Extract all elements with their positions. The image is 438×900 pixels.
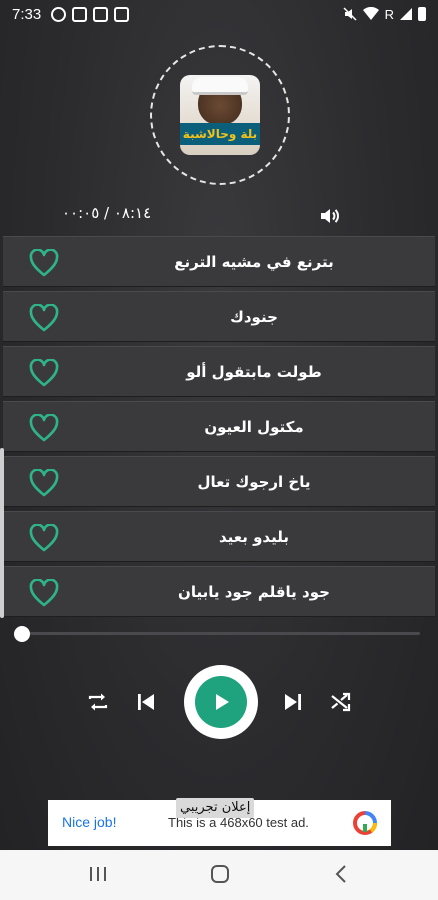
seek-bar[interactable] <box>22 632 420 635</box>
repeat-icon[interactable] <box>85 689 111 715</box>
heart-outline-icon[interactable] <box>29 524 59 552</box>
playlist: بترنع في مشيه الترنع جنودك طولت مابتقول … <box>3 236 435 621</box>
status-right: R <box>343 7 426 22</box>
status-time: 7:33 <box>12 5 42 23</box>
album-title: بلة وحالاشبة <box>182 127 258 141</box>
ad-label: إعلان تجريبي <box>176 798 255 818</box>
heart-outline-icon[interactable] <box>29 579 59 607</box>
volume-icon[interactable] <box>318 204 342 228</box>
play-icon <box>216 694 229 710</box>
play-button[interactable] <box>184 665 258 739</box>
play-inner <box>195 676 247 728</box>
skip-next-icon[interactable] <box>280 689 306 715</box>
heart-outline-icon[interactable] <box>29 359 59 387</box>
skip-previous-icon[interactable] <box>133 689 159 715</box>
seek-thumb[interactable] <box>14 626 30 642</box>
time-display: ٠٨:١٤ / ٠٠:٠٥ <box>62 204 152 222</box>
image-notification-icon <box>72 6 88 22</box>
heart-outline-icon[interactable] <box>29 469 59 497</box>
track-title: طولت مابتقول ألو <box>186 363 322 381</box>
album-art: بلة وحالاشبة <box>180 75 260 155</box>
track-item[interactable]: ياخ ارجوك تعال <box>3 456 435 507</box>
app-notification-icon <box>93 6 109 22</box>
track-title: بترنع في مشيه الترنع <box>174 253 334 271</box>
signal-label: R <box>384 6 394 22</box>
status-bar: 7:33 R <box>0 0 438 28</box>
wifi-icon <box>362 7 379 20</box>
scrollbar[interactable] <box>0 448 4 618</box>
track-item[interactable]: جود ياقلم جود يابيان <box>3 566 435 617</box>
track-item[interactable]: بليدو بعيد <box>3 511 435 562</box>
notification-icon <box>51 6 67 22</box>
status-left: 7:33 <box>12 5 130 23</box>
battery-icon <box>418 7 426 21</box>
track-item[interactable]: جنودك <box>3 291 435 342</box>
track-title: جنودك <box>230 308 278 326</box>
home-icon[interactable] <box>208 862 232 886</box>
heart-outline-icon[interactable] <box>29 414 59 442</box>
track-title: جود ياقلم جود يابيان <box>178 583 330 601</box>
mute-icon <box>343 7 357 21</box>
ad-choices-icon[interactable] <box>352 810 378 836</box>
navigation-bar <box>0 850 438 900</box>
track-title: بليدو بعيد <box>219 528 289 546</box>
artist-turban <box>192 77 248 95</box>
ad-nice-job: Nice job! <box>62 814 117 830</box>
shuffle-icon[interactable] <box>328 689 354 715</box>
track-item[interactable]: بترنع في مشيه الترنع <box>3 236 435 287</box>
heart-outline-icon[interactable] <box>29 304 59 332</box>
track-title: مكتول العيون <box>204 418 304 436</box>
heart-outline-icon[interactable] <box>29 249 59 277</box>
track-title: ياخ ارجوك تعال <box>197 473 311 491</box>
back-icon[interactable] <box>330 862 354 886</box>
signal-icon <box>400 8 412 20</box>
app-notification-icon-2 <box>114 6 130 22</box>
track-item[interactable]: مكتول العيون <box>3 401 435 452</box>
recent-apps-icon[interactable] <box>86 862 110 886</box>
track-item[interactable]: طولت مابتقول ألو <box>3 346 435 397</box>
